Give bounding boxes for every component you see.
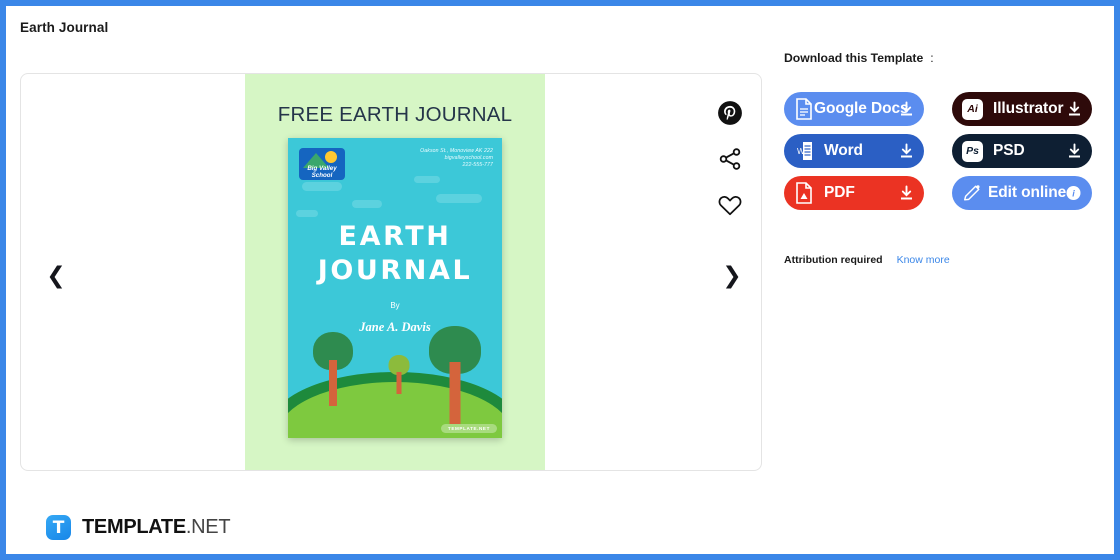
edit-online-button[interactable]: Edit online i [952,176,1092,210]
svg-text:W: W [797,147,805,156]
download-google-docs-label: Google Docs [814,100,909,117]
tree-illustration [310,332,356,406]
cloud-decoration [302,182,342,191]
download-psd-label: PSD [993,142,1025,159]
template-net-logo[interactable]: T TEMPLATE.NET [46,515,231,540]
share-icon[interactable] [717,146,743,172]
photoshop-ps-icon: Ps [962,140,983,162]
download-icon [900,101,913,117]
cover-title-line2: JOURNAL [317,255,473,286]
preview-side-actions [717,100,743,218]
tree-trunk [329,360,337,406]
info-icon: i [1066,186,1081,201]
cover-address-block: Oakson St., Monoview AK 222 bigvalleysch… [420,148,493,170]
illustrator-ai-icon: Ai [962,98,983,120]
word-file-icon: W [796,142,812,160]
page-title: Earth Journal [20,20,109,35]
logo-sun-icon [325,151,337,163]
download-google-docs-button[interactable]: Google Docs [784,92,924,126]
cloud-decoration [352,200,382,208]
pencil-edit-icon [964,185,980,201]
download-buttons-grid: Google Docs Ai Illustrator W Word Ps PSD… [784,92,1104,210]
cover-by-label: By [390,301,400,310]
download-heading-text: Download this Template [784,51,924,65]
download-illustrator-label: Illustrator [993,100,1064,117]
cover-address-line1: Oakson St., Monoview AK 222 [420,148,493,154]
cover-address-line2: bigvalleyschool.com [444,155,493,162]
tree-illustration [426,326,484,424]
google-docs-file-icon [796,98,812,120]
cover-title: EARTH JOURNAL [288,220,502,288]
download-word-button[interactable]: W Word [784,134,924,168]
tree-trunk [449,362,461,424]
favorite-heart-icon[interactable] [717,192,743,218]
school-logo: Big Valley School [299,148,345,180]
journal-cover-image[interactable]: Big Valley School Oakson St., Monoview A… [288,138,502,438]
page-frame: Earth Journal ❮ ❯ FREE EARTH JOURNAL Big… [6,6,1114,554]
template-net-logo-mark: T [46,515,71,540]
carousel-next-button[interactable]: ❯ [719,264,745,290]
carousel-prev-button[interactable]: ❮ [43,264,69,290]
cloud-decoration [414,176,440,183]
preview-watermark: TEMPLATE.NET [440,424,497,433]
download-psd-button[interactable]: Ps PSD [952,134,1092,168]
template-preview-card: ❮ ❯ FREE EARTH JOURNAL Big Valley School [20,73,762,471]
download-word-label: Word [824,142,863,159]
download-icon [1068,143,1081,159]
brand-light: .NET [185,516,231,538]
download-icon [900,143,913,159]
template-net-wordmark: TEMPLATE.NET [82,516,231,539]
know-more-link[interactable]: Know more [897,254,950,266]
edit-online-label: Edit online [988,184,1067,201]
cloud-decoration [296,210,318,217]
download-pdf-button[interactable]: PDF [784,176,924,210]
preview-heading: FREE EARTH JOURNAL [277,103,513,126]
brand-bold: TEMPLATE [82,516,186,538]
pdf-file-icon [796,182,812,204]
attribution-text: Attribution required [784,254,883,266]
download-illustrator-button[interactable]: Ai Illustrator [952,92,1092,126]
preview-stage: FREE EARTH JOURNAL Big Valley School Oak [245,74,545,470]
cover-title-line1: EARTH [338,221,452,252]
download-heading-colon: : [930,51,934,65]
download-icon [900,185,913,201]
cover-address-line3: 222-555-777 [462,162,493,169]
download-icon [1068,101,1081,117]
tree-trunk [396,372,402,394]
attribution-row: Attribution required Know more [784,254,1104,266]
pinterest-icon[interactable] [717,100,743,126]
cloud-decoration [436,194,482,203]
download-heading: Download this Template: [784,51,1104,65]
school-logo-text: Big Valley School [299,165,345,179]
tree-illustration [386,352,412,394]
school-logo-line2: School [311,171,333,179]
download-pdf-label: PDF [824,184,855,201]
download-panel: Download this Template: Google Docs Ai I… [784,51,1104,266]
